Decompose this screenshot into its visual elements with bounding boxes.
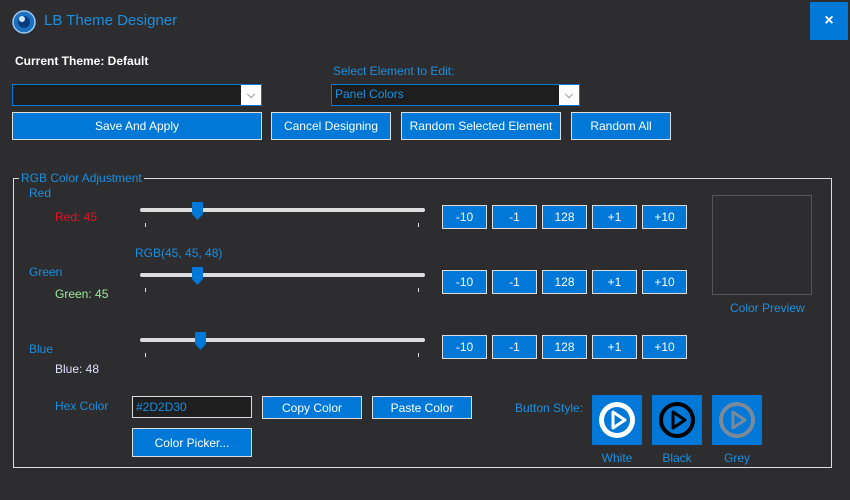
- random-selected-button[interactable]: Random Selected Element: [401, 112, 561, 140]
- rgb-readout: RGB(45, 45, 48): [135, 246, 223, 260]
- blue-minus-10-button[interactable]: -10: [442, 335, 487, 359]
- select-element-label: Select Element to Edit:: [333, 64, 455, 78]
- element-combo[interactable]: Panel Colors ⌵: [331, 84, 580, 106]
- button-style-label: Button Style:: [515, 401, 584, 415]
- red-channel-label: Red: [29, 186, 52, 200]
- slider-tick: [145, 288, 146, 292]
- color-preview-label: Color Preview: [730, 301, 805, 315]
- blue-minus-1-button[interactable]: -1: [492, 335, 537, 359]
- button-style-white[interactable]: [592, 395, 642, 445]
- green-minus-10-button[interactable]: -10: [442, 270, 487, 294]
- color-preview-swatch: [712, 195, 812, 295]
- blue-channel-label: Blue: [29, 342, 54, 356]
- save-and-apply-button[interactable]: Save And Apply: [12, 112, 262, 140]
- close-button[interactable]: ×: [810, 2, 848, 40]
- blue-value-text: Blue: 48: [55, 362, 100, 376]
- red-value-text: Red: 45: [55, 210, 98, 224]
- theme-combo[interactable]: ⌵: [12, 84, 262, 106]
- slider-tick: [418, 288, 419, 292]
- paste-color-button[interactable]: Paste Color: [372, 396, 472, 419]
- green-channel-label: Green: [29, 265, 63, 279]
- slider-track[interactable]: [140, 338, 425, 342]
- red-set-128-button[interactable]: 128: [542, 205, 587, 229]
- slider-tick: [145, 223, 146, 227]
- red-plus-1-button[interactable]: +1: [592, 205, 637, 229]
- green-plus-1-button[interactable]: +1: [592, 270, 637, 294]
- blue-plus-1-button[interactable]: +1: [592, 335, 637, 359]
- hex-color-input[interactable]: #2D2D30: [132, 396, 252, 418]
- chevron-down-icon[interactable]: ⌵: [559, 85, 579, 105]
- slider-track[interactable]: [140, 273, 425, 277]
- chevron-down-icon[interactable]: ⌵: [241, 85, 261, 105]
- color-picker-button[interactable]: Color Picker...: [132, 428, 252, 457]
- style-grey-caption: Grey: [723, 451, 750, 465]
- window-title: LB Theme Designer: [44, 12, 178, 29]
- green-value-text: Green: 45: [55, 287, 109, 301]
- button-style-black[interactable]: [652, 395, 702, 445]
- style-white-caption: White: [601, 451, 633, 465]
- copy-color-button[interactable]: Copy Color: [262, 396, 362, 419]
- style-black-caption: Black: [662, 451, 692, 465]
- red-slider[interactable]: [140, 200, 425, 230]
- rgb-group-title: RGB Color Adjustment: [19, 171, 144, 185]
- app-logo-icon: [12, 10, 36, 34]
- button-style-grey[interactable]: [712, 395, 762, 445]
- green-slider[interactable]: [140, 265, 425, 295]
- slider-thumb[interactable]: [195, 332, 207, 350]
- current-theme-label: Current Theme: Default: [15, 54, 149, 68]
- random-all-button[interactable]: Random All: [571, 112, 671, 140]
- green-plus-10-button[interactable]: +10: [642, 270, 687, 294]
- play-circle-icon: [599, 402, 635, 438]
- slider-tick: [418, 223, 419, 227]
- blue-plus-10-button[interactable]: +10: [642, 335, 687, 359]
- red-plus-10-button[interactable]: +10: [642, 205, 687, 229]
- green-minus-1-button[interactable]: -1: [492, 270, 537, 294]
- slider-track[interactable]: [140, 208, 425, 212]
- slider-thumb[interactable]: [192, 202, 204, 220]
- cancel-designing-button[interactable]: Cancel Designing: [271, 112, 391, 140]
- slider-tick: [145, 353, 146, 357]
- blue-slider[interactable]: [140, 330, 425, 360]
- play-circle-icon: [659, 402, 695, 438]
- slider-tick: [418, 353, 419, 357]
- slider-thumb[interactable]: [192, 267, 204, 285]
- red-minus-1-button[interactable]: -1: [492, 205, 537, 229]
- play-circle-icon: [719, 402, 755, 438]
- red-minus-10-button[interactable]: -10: [442, 205, 487, 229]
- blue-set-128-button[interactable]: 128: [542, 335, 587, 359]
- green-set-128-button[interactable]: 128: [542, 270, 587, 294]
- hex-color-label: Hex Color: [55, 399, 109, 413]
- element-combo-value: Panel Colors: [335, 87, 404, 101]
